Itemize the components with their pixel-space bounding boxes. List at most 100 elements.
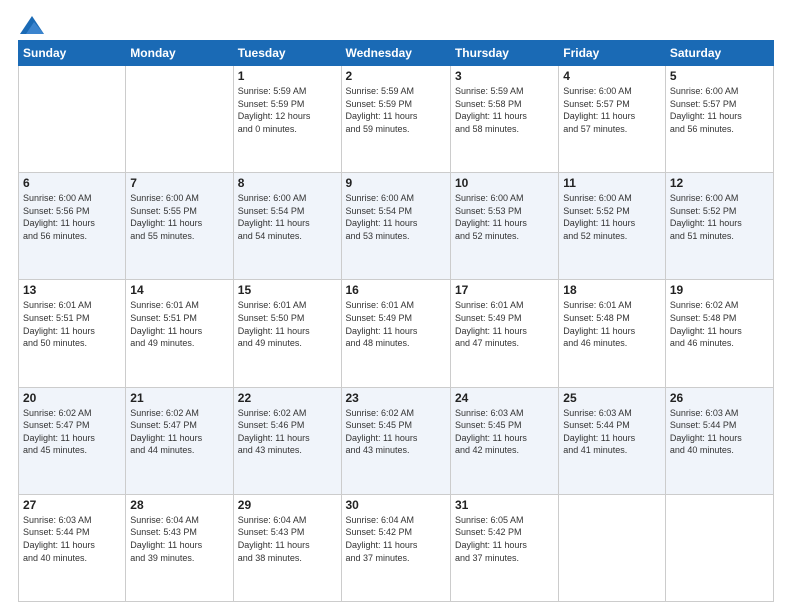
day-info: Sunrise: 6:02 AMSunset: 5:47 PMDaylight:… — [130, 407, 228, 457]
day-cell: 19 Sunrise: 6:02 AMSunset: 5:48 PMDayligh… — [665, 280, 773, 387]
day-cell: 3 Sunrise: 5:59 AMSunset: 5:58 PMDaylight… — [450, 66, 558, 173]
day-number: 17 — [455, 283, 554, 297]
day-number: 12 — [670, 176, 769, 190]
day-cell — [126, 66, 233, 173]
day-cell: 24 Sunrise: 6:03 AMSunset: 5:45 PMDayligh… — [450, 387, 558, 494]
day-cell: 18 Sunrise: 6:01 AMSunset: 5:48 PMDayligh… — [559, 280, 666, 387]
day-cell: 26 Sunrise: 6:03 AMSunset: 5:44 PMDayligh… — [665, 387, 773, 494]
day-number: 23 — [346, 391, 446, 405]
day-number: 8 — [238, 176, 337, 190]
day-number: 10 — [455, 176, 554, 190]
day-number: 31 — [455, 498, 554, 512]
day-number: 21 — [130, 391, 228, 405]
day-number: 14 — [130, 283, 228, 297]
day-cell: 9Sunrise: 6:00 AMSunset: 5:54 PMDaylight… — [341, 173, 450, 280]
day-info: Sunrise: 6:02 AMSunset: 5:48 PMDaylight:… — [670, 299, 769, 349]
header-cell-sunday: Sunday — [19, 41, 126, 66]
day-cell: 11 Sunrise: 6:00 AMSunset: 5:52 PMDayligh… — [559, 173, 666, 280]
day-number: 22 — [238, 391, 337, 405]
day-cell: 25 Sunrise: 6:03 AMSunset: 5:44 PMDayligh… — [559, 387, 666, 494]
day-number: 30 — [346, 498, 446, 512]
calendar-header: SundayMondayTuesdayWednesdayThursdayFrid… — [19, 41, 774, 66]
day-info: Sunrise: 6:00 AMSunset: 5:55 PMDaylight:… — [130, 192, 228, 242]
week-row-1: 1 Sunrise: 5:59 AMSunset: 5:59 PMDaylight… — [19, 66, 774, 173]
day-cell: 12 Sunrise: 6:00 AMSunset: 5:52 PMDayligh… — [665, 173, 773, 280]
day-cell: 14 Sunrise: 6:01 AMSunset: 5:51 PMDayligh… — [126, 280, 233, 387]
day-cell: 17 Sunrise: 6:01 AMSunset: 5:49 PMDayligh… — [450, 280, 558, 387]
calendar-body: 1 Sunrise: 5:59 AMSunset: 5:59 PMDaylight… — [19, 66, 774, 602]
calendar-page: SundayMondayTuesdayWednesdayThursdayFrid… — [0, 0, 792, 612]
logo — [18, 16, 44, 34]
day-cell: 16 Sunrise: 6:01 AMSunset: 5:49 PMDayligh… — [341, 280, 450, 387]
week-row-5: 27 Sunrise: 6:03 AMSunset: 5:44 PMDayligh… — [19, 494, 774, 601]
day-number: 3 — [455, 69, 554, 83]
header-cell-tuesday: Tuesday — [233, 41, 341, 66]
day-number: 16 — [346, 283, 446, 297]
day-cell: 15Sunrise: 6:01 AMSunset: 5:50 PMDayligh… — [233, 280, 341, 387]
day-number: 13 — [23, 283, 121, 297]
day-info: Sunrise: 6:00 AMSunset: 5:52 PMDaylight:… — [563, 192, 661, 242]
day-cell — [19, 66, 126, 173]
day-cell: 8Sunrise: 6:00 AMSunset: 5:54 PMDaylight… — [233, 173, 341, 280]
day-number: 29 — [238, 498, 337, 512]
day-info: Sunrise: 6:03 AMSunset: 5:45 PMDaylight:… — [455, 407, 554, 457]
day-number: 18 — [563, 283, 661, 297]
day-cell: 5 Sunrise: 6:00 AMSunset: 5:57 PMDaylight… — [665, 66, 773, 173]
day-info: Sunrise: 6:01 AMSunset: 5:49 PMDaylight:… — [346, 299, 446, 349]
day-number: 25 — [563, 391, 661, 405]
day-number: 24 — [455, 391, 554, 405]
day-info: Sunrise: 6:04 AMSunset: 5:43 PMDaylight:… — [130, 514, 228, 564]
day-info: Sunrise: 6:01 AMSunset: 5:49 PMDaylight:… — [455, 299, 554, 349]
day-info: Sunrise: 6:03 AMSunset: 5:44 PMDaylight:… — [563, 407, 661, 457]
day-info: Sunrise: 6:01 AMSunset: 5:48 PMDaylight:… — [563, 299, 661, 349]
day-info: Sunrise: 6:03 AMSunset: 5:44 PMDaylight:… — [670, 407, 769, 457]
day-cell: 1 Sunrise: 5:59 AMSunset: 5:59 PMDaylight… — [233, 66, 341, 173]
day-cell: 22 Sunrise: 6:02 AMSunset: 5:46 PMDayligh… — [233, 387, 341, 494]
day-number: 19 — [670, 283, 769, 297]
day-cell: 7 Sunrise: 6:00 AMSunset: 5:55 PMDaylight… — [126, 173, 233, 280]
day-cell: 29 Sunrise: 6:04 AMSunset: 5:43 PMDayligh… — [233, 494, 341, 601]
header-cell-saturday: Saturday — [665, 41, 773, 66]
header — [18, 16, 774, 34]
calendar-table: SundayMondayTuesdayWednesdayThursdayFrid… — [18, 40, 774, 602]
day-cell: 30Sunrise: 6:04 AMSunset: 5:42 PMDayligh… — [341, 494, 450, 601]
day-info: Sunrise: 6:05 AMSunset: 5:42 PMDaylight:… — [455, 514, 554, 564]
day-cell — [665, 494, 773, 601]
header-row: SundayMondayTuesdayWednesdayThursdayFrid… — [19, 41, 774, 66]
header-cell-friday: Friday — [559, 41, 666, 66]
day-number: 7 — [130, 176, 228, 190]
day-info: Sunrise: 6:00 AMSunset: 5:57 PMDaylight:… — [563, 85, 661, 135]
day-cell — [559, 494, 666, 601]
day-number: 27 — [23, 498, 121, 512]
day-info: Sunrise: 6:00 AMSunset: 5:53 PMDaylight:… — [455, 192, 554, 242]
day-cell: 4Sunrise: 6:00 AMSunset: 5:57 PMDaylight… — [559, 66, 666, 173]
day-number: 26 — [670, 391, 769, 405]
day-info: Sunrise: 6:01 AMSunset: 5:51 PMDaylight:… — [130, 299, 228, 349]
day-info: Sunrise: 6:02 AMSunset: 5:45 PMDaylight:… — [346, 407, 446, 457]
day-info: Sunrise: 6:03 AMSunset: 5:44 PMDaylight:… — [23, 514, 121, 564]
day-info: Sunrise: 6:02 AMSunset: 5:46 PMDaylight:… — [238, 407, 337, 457]
day-cell: 28 Sunrise: 6:04 AMSunset: 5:43 PMDayligh… — [126, 494, 233, 601]
day-cell: 2Sunrise: 5:59 AMSunset: 5:59 PMDaylight… — [341, 66, 450, 173]
day-info: Sunrise: 6:04 AMSunset: 5:43 PMDaylight:… — [238, 514, 337, 564]
day-info: Sunrise: 5:59 AMSunset: 5:58 PMDaylight:… — [455, 85, 554, 135]
day-cell: 23 Sunrise: 6:02 AMSunset: 5:45 PMDayligh… — [341, 387, 450, 494]
day-number: 6 — [23, 176, 121, 190]
day-cell: 20Sunrise: 6:02 AMSunset: 5:47 PMDayligh… — [19, 387, 126, 494]
day-info: Sunrise: 6:00 AMSunset: 5:57 PMDaylight:… — [670, 85, 769, 135]
day-number: 11 — [563, 176, 661, 190]
day-info: Sunrise: 6:00 AMSunset: 5:54 PMDaylight:… — [346, 192, 446, 242]
day-number: 28 — [130, 498, 228, 512]
week-row-2: 6 Sunrise: 6:00 AMSunset: 5:56 PMDaylight… — [19, 173, 774, 280]
day-info: Sunrise: 6:01 AMSunset: 5:50 PMDaylight:… — [238, 299, 337, 349]
day-info: Sunrise: 6:00 AMSunset: 5:56 PMDaylight:… — [23, 192, 121, 242]
day-cell: 27 Sunrise: 6:03 AMSunset: 5:44 PMDayligh… — [19, 494, 126, 601]
header-cell-thursday: Thursday — [450, 41, 558, 66]
day-info: Sunrise: 6:02 AMSunset: 5:47 PMDaylight:… — [23, 407, 121, 457]
day-number: 5 — [670, 69, 769, 83]
week-row-3: 13 Sunrise: 6:01 AMSunset: 5:51 PMDayligh… — [19, 280, 774, 387]
day-number: 1 — [238, 69, 337, 83]
week-row-4: 20Sunrise: 6:02 AMSunset: 5:47 PMDayligh… — [19, 387, 774, 494]
day-info: Sunrise: 6:00 AMSunset: 5:52 PMDaylight:… — [670, 192, 769, 242]
day-info: Sunrise: 5:59 AMSunset: 5:59 PMDaylight:… — [238, 85, 337, 135]
